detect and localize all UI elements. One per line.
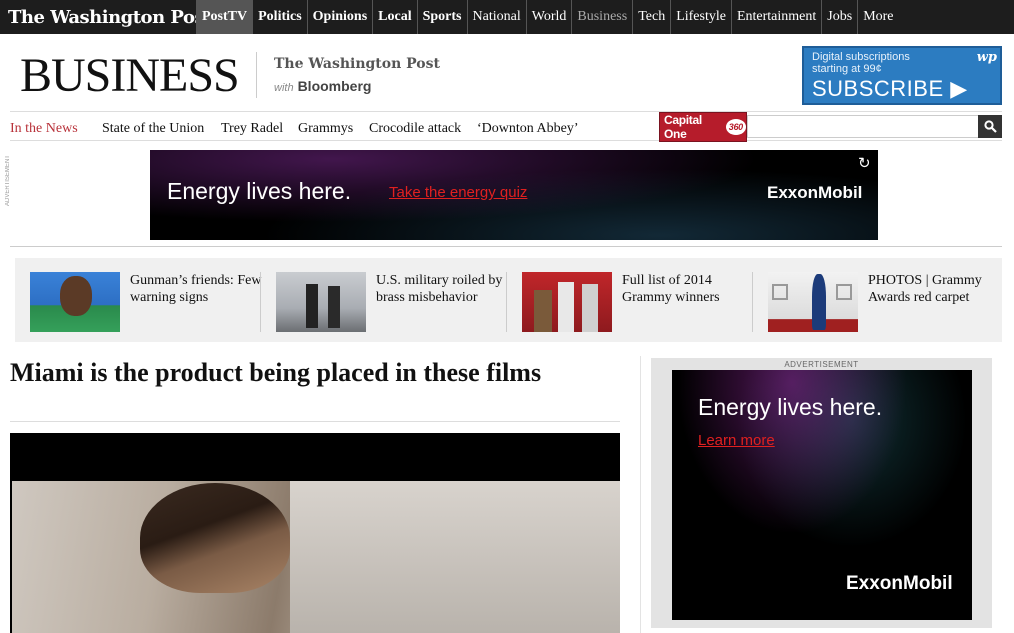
trend-link-trey-radel[interactable]: Trey Radel [221, 121, 283, 137]
video-player[interactable] [10, 433, 620, 633]
trend-link-state-of-the-union[interactable]: State of the Union [102, 121, 204, 137]
video-background [290, 481, 620, 633]
nav-posttv[interactable]: PostTV [196, 0, 253, 34]
nav-world[interactable]: World [525, 0, 572, 34]
teaser-divider [506, 272, 507, 332]
top-navigation: The Washington Post PostTV Politics Opin… [0, 0, 1014, 34]
bloomberg-partner: with Bloomberg [274, 78, 371, 94]
sponsor-name: Capital One [664, 113, 702, 141]
teaser-title[interactable]: U.S. military roiled by brass misbehavio… [376, 272, 516, 306]
side-ad: ADVERTISEMENT Energy lives here. Learn m… [651, 358, 992, 628]
nav-sports[interactable]: Sports [416, 0, 467, 34]
subscribe-line-2: starting at 99¢ [812, 63, 882, 75]
capital-one-sponsor-logo[interactable]: Capital One 360 [659, 112, 747, 142]
nav-business[interactable]: Business [571, 0, 632, 34]
exxonmobil-logo: ExxonMobil [767, 183, 863, 202]
in-the-news-label: In the News [10, 121, 78, 136]
teaser-title[interactable]: Gunman’s friends: Few warning signs [130, 272, 270, 306]
banner-ad-tagline: Energy lives here. [167, 178, 352, 204]
video-person [140, 483, 290, 593]
article-headline[interactable]: Miami is the product being placed in the… [10, 358, 610, 387]
teaser-thumbnail[interactable] [30, 272, 120, 332]
replay-icon[interactable]: ↻ [858, 154, 871, 172]
headline-divider [10, 421, 620, 422]
teaser-title[interactable]: Full list of 2014 Grammy winners [622, 272, 762, 306]
teaser-thumbnail[interactable] [522, 272, 612, 332]
banner-ad-link[interactable]: Take the energy quiz [389, 184, 527, 201]
trend-link-downton-abbey[interactable]: ‘Downton Abbey’ [477, 121, 579, 137]
teaser-title[interactable]: PHOTOS | Grammy Awards red carpet [868, 272, 1008, 306]
divider [10, 246, 1002, 247]
exxonmobil-logo: ExxonMobil [846, 573, 953, 594]
subscribe-promo[interactable]: Digital subscriptions starting at 99¢ SU… [802, 46, 1002, 105]
nav-jobs[interactable]: Jobs [821, 0, 857, 34]
wp-badge-icon: wp [976, 50, 997, 65]
header-divider [256, 52, 257, 98]
with-label: with [274, 82, 294, 94]
nav-politics[interactable]: Politics [252, 0, 307, 34]
sponsor-360-badge: 360 [725, 119, 746, 135]
trend-link-crocodile-attack[interactable]: Crocodile attack [369, 121, 461, 137]
banner-ad[interactable]: Energy lives here. Take the energy quiz … [150, 150, 878, 240]
subscribe-button[interactable]: SUBSCRIBE ▶ [812, 76, 992, 102]
teaser-divider [260, 272, 261, 332]
nav-entertainment[interactable]: Entertainment [730, 0, 821, 34]
subscribe-line-1: Digital subscriptions [812, 51, 910, 63]
search-icon [983, 120, 997, 133]
teaser-strip: Gunman’s friends: Few warning signs U.S.… [15, 258, 1002, 342]
nav-local[interactable]: Local [372, 0, 416, 34]
column-divider [640, 356, 641, 633]
side-ad-creative[interactable]: Energy lives here. Learn more ExxonMobil [672, 370, 972, 620]
search-input[interactable] [747, 115, 979, 138]
teaser-thumbnail[interactable] [276, 272, 366, 332]
side-ad-tagline: Energy lives here. [698, 394, 883, 420]
nav-more[interactable]: More [857, 0, 898, 34]
partner-logo-washington-post: The Washington Post [274, 56, 440, 72]
nav-lifestyle[interactable]: Lifestyle [670, 0, 731, 34]
learn-more-link[interactable]: Learn more [698, 432, 775, 449]
advertisement-label: ADVERTISEMENT [784, 360, 859, 369]
section-title[interactable]: BUSINESS [20, 48, 240, 103]
teaser-divider [752, 272, 753, 332]
in-the-news-bar: In the News State of the Union Trey Rade… [10, 111, 1002, 142]
washington-post-logo[interactable]: The Washington Post [0, 0, 196, 34]
nav-opinions[interactable]: Opinions [306, 0, 372, 34]
teaser-thumbnail[interactable] [768, 272, 858, 332]
trend-link-grammys[interactable]: Grammys [298, 121, 353, 137]
advertisement-label-vertical: ADVERTISEMENT [5, 155, 11, 206]
nav-tech[interactable]: Tech [632, 0, 670, 34]
bloomberg-logo: Bloomberg [297, 78, 372, 94]
search-button[interactable] [978, 115, 1002, 138]
nav-national[interactable]: National [466, 0, 526, 34]
